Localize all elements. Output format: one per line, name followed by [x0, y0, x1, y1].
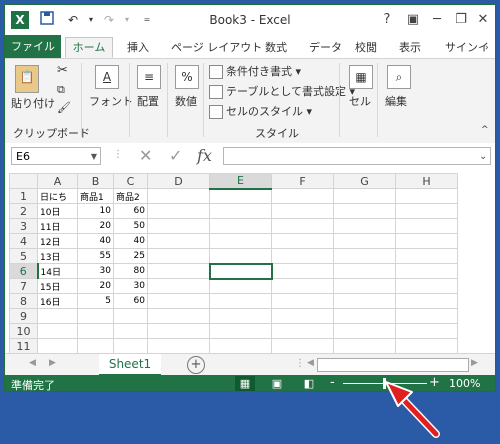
annotation-arrow: [385, 381, 440, 438]
